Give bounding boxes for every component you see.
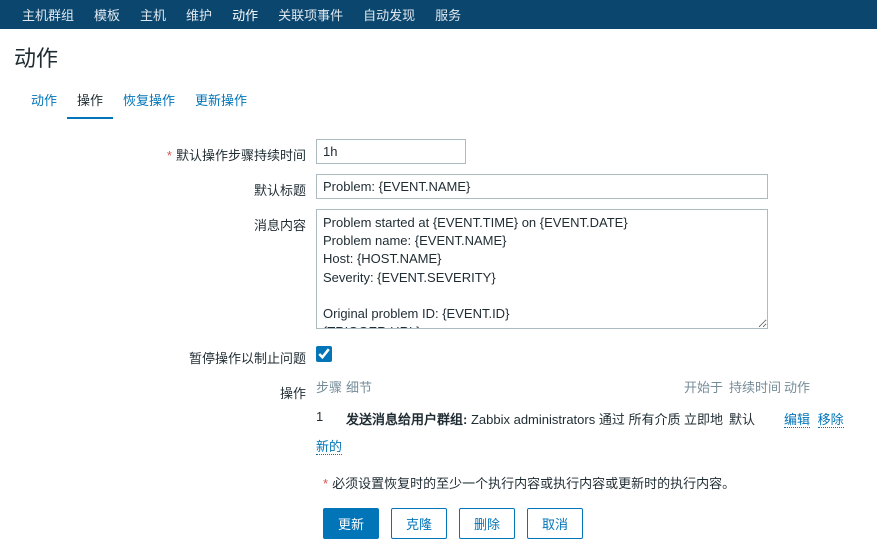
- ops-header-row: 步骤 细节 开始于 持续时间 动作: [316, 377, 844, 403]
- operations-label: 操作: [21, 377, 316, 402]
- ops-duration-value: 默认: [729, 409, 784, 428]
- content-area: 动作 操作 恢复操作 更新操作 *默认操作步骤持续时间 默认标题 消息内容 暂停…: [10, 83, 867, 550]
- nav-actions[interactable]: 动作: [222, 0, 268, 32]
- clone-button[interactable]: 克隆: [391, 508, 447, 539]
- tab-operations[interactable]: 操作: [67, 84, 113, 119]
- ops-action-links: 编辑 移除: [784, 409, 844, 428]
- duration-input[interactable]: [316, 139, 466, 164]
- nav-hostgroups[interactable]: 主机群组: [12, 0, 84, 31]
- ops-col-duration: 持续时间: [729, 377, 784, 396]
- pause-label: 暂停操作以制止问题: [21, 342, 316, 367]
- edit-link[interactable]: 编辑: [784, 412, 810, 428]
- nav-hosts[interactable]: 主机: [130, 0, 176, 31]
- new-operation-link[interactable]: 新的: [316, 439, 342, 455]
- tab-recovery[interactable]: 恢复操作: [113, 84, 185, 119]
- pause-checkbox[interactable]: [316, 346, 332, 362]
- nav-correlation[interactable]: 关联项事件: [268, 0, 353, 31]
- update-button[interactable]: 更新: [323, 508, 379, 539]
- ops-step-value: 1: [316, 409, 346, 424]
- ops-row: 1 发送消息给用户群组: Zabbix administrators 通过 所有…: [316, 403, 844, 432]
- page-title: 动作: [0, 29, 877, 83]
- ops-col-start: 开始于: [684, 377, 729, 396]
- remove-link[interactable]: 移除: [818, 412, 844, 428]
- subject-input[interactable]: [316, 174, 768, 199]
- tab-action[interactable]: 动作: [21, 84, 67, 119]
- message-textarea[interactable]: [316, 209, 768, 329]
- cancel-button[interactable]: 取消: [527, 508, 583, 539]
- ops-col-step: 步骤: [316, 377, 346, 396]
- nav-discovery[interactable]: 自动发现: [353, 0, 425, 31]
- ops-col-action: 动作: [784, 377, 844, 396]
- button-bar: 更新 克隆 删除 取消: [11, 500, 866, 549]
- nav-maintenance[interactable]: 维护: [176, 0, 222, 31]
- subject-label: 默认标题: [21, 174, 316, 199]
- required-note: *必须设置恢复时的至少一个执行内容或执行内容或更新时的执行内容。: [11, 465, 866, 500]
- message-label: 消息内容: [21, 209, 316, 234]
- nav-templates[interactable]: 模板: [84, 0, 130, 31]
- nav-services[interactable]: 服务: [425, 0, 471, 31]
- ops-col-detail: 细节: [346, 377, 684, 396]
- delete-button[interactable]: 删除: [459, 508, 515, 539]
- duration-label: *默认操作步骤持续时间: [21, 139, 316, 164]
- top-nav: 主机群组 模板 主机 维护 动作 关联项事件 自动发现 服务: [0, 0, 877, 29]
- ops-detail-value: 发送消息给用户群组: Zabbix administrators 通过 所有介质: [346, 409, 684, 428]
- operations-table: 步骤 细节 开始于 持续时间 动作 1 发送消息给用户群组: Zabbix ad…: [316, 377, 844, 455]
- tab-update[interactable]: 更新操作: [185, 84, 257, 119]
- tabs: 动作 操作 恢复操作 更新操作: [11, 84, 866, 119]
- ops-start-value: 立即地: [684, 409, 729, 428]
